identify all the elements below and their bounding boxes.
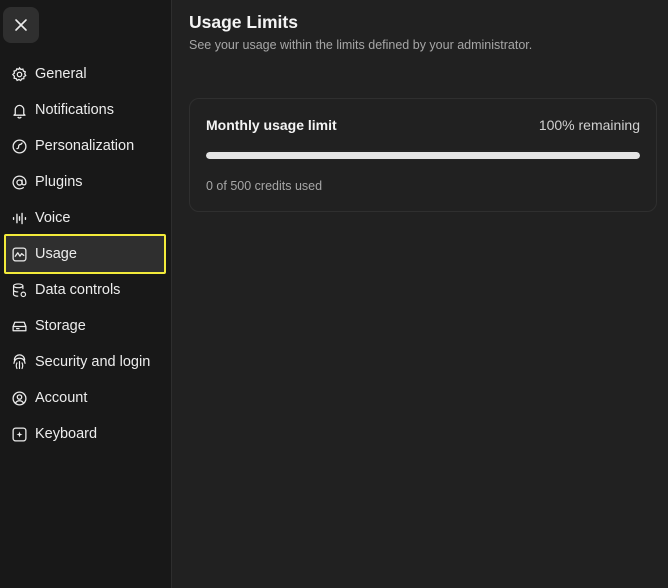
sidebar-item-label: Storage bbox=[35, 318, 86, 334]
sidebar-item-label: Notifications bbox=[35, 102, 114, 118]
settings-nav: General Notifications Personalization Pl… bbox=[4, 56, 166, 452]
sidebar-item-label: Plugins bbox=[35, 174, 83, 190]
sidebar-item-label: Account bbox=[35, 390, 88, 406]
sidebar-item-label: Personalization bbox=[35, 138, 135, 154]
waveform-icon bbox=[10, 209, 28, 227]
user-circle-icon bbox=[10, 389, 28, 407]
close-icon bbox=[15, 19, 27, 31]
personalization-icon bbox=[10, 137, 28, 155]
card-title: Monthly usage limit bbox=[206, 117, 337, 133]
page-subtitle: See your usage within the limits defined… bbox=[189, 38, 533, 52]
sidebar-item-security[interactable]: Security and login bbox=[4, 344, 166, 380]
settings-window: General Notifications Personalization Pl… bbox=[0, 0, 668, 588]
hard-drive-icon bbox=[10, 317, 28, 335]
sidebar-item-general[interactable]: General bbox=[4, 56, 166, 92]
sidebar-item-label: Keyboard bbox=[35, 426, 98, 442]
sidebar-item-label: Security and login bbox=[35, 354, 151, 370]
sidebar-item-label: General bbox=[35, 66, 87, 82]
settings-sidebar: General Notifications Personalization Pl… bbox=[0, 0, 172, 588]
sidebar-item-account[interactable]: Account bbox=[4, 380, 166, 416]
usage-limit-card: Monthly usage limit 100% remaining 0 of … bbox=[189, 98, 657, 212]
bell-icon bbox=[10, 101, 28, 119]
fingerprint-icon bbox=[10, 353, 28, 371]
sidebar-item-personalization[interactable]: Personalization bbox=[4, 128, 166, 164]
close-button[interactable] bbox=[3, 7, 39, 43]
sidebar-item-data-controls[interactable]: Data controls bbox=[4, 272, 166, 308]
sidebar-item-keyboard[interactable]: Keyboard bbox=[4, 416, 166, 452]
page-title: Usage Limits bbox=[189, 12, 298, 32]
gear-icon bbox=[10, 65, 28, 83]
usage-progress-fill bbox=[206, 152, 640, 159]
keyboard-icon bbox=[10, 425, 28, 443]
sidebar-item-label: Usage bbox=[35, 246, 77, 262]
sidebar-item-plugins[interactable]: Plugins bbox=[4, 164, 166, 200]
sidebar-item-usage[interactable]: Usage bbox=[4, 234, 166, 274]
sidebar-item-voice[interactable]: Voice bbox=[4, 200, 166, 236]
sidebar-item-notifications[interactable]: Notifications bbox=[4, 92, 166, 128]
database-gear-icon bbox=[10, 281, 28, 299]
chart-icon bbox=[10, 245, 28, 263]
usage-progress-bar bbox=[206, 152, 640, 159]
at-sign-icon bbox=[10, 173, 28, 191]
sidebar-item-storage[interactable]: Storage bbox=[4, 308, 166, 344]
remaining-label: 100% remaining bbox=[538, 117, 640, 133]
credits-used-text: 0 of 500 credits used bbox=[206, 179, 323, 193]
sidebar-item-label: Data controls bbox=[35, 282, 121, 298]
sidebar-item-label: Voice bbox=[35, 210, 71, 226]
